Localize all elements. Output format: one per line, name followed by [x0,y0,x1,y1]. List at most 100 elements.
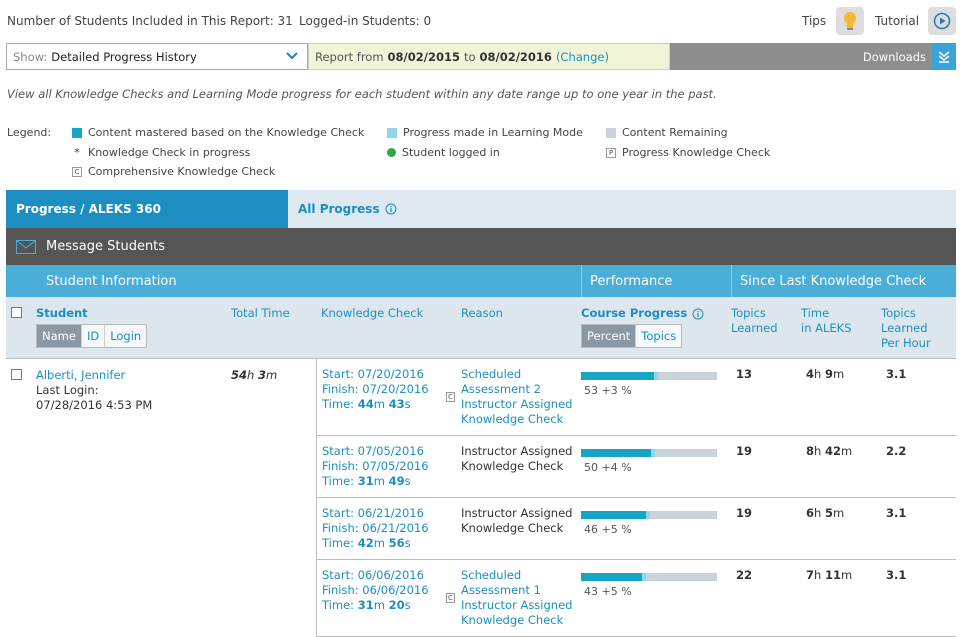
mastered-fill [581,372,654,380]
message-students-label: Message Students [46,239,166,254]
reason-line: Scheduled [461,367,522,381]
downloads-button[interactable]: Downloads [670,43,956,70]
info-icon[interactable] [692,308,704,320]
tutorial-button[interactable] [928,7,956,35]
table-row: Start: 06/21/2016 Finish: 06/21/2016 Tim… [316,498,956,560]
sort-id-button[interactable]: ID [81,325,106,347]
time-in-aleks-column-header[interactable]: Time in ALEKS [801,306,852,336]
course-progress-bar [581,511,717,519]
reason-line: Scheduled [461,568,522,582]
topics-per-hour-value: 3.1 [886,506,907,520]
progress-percent: 50 +4 % [584,461,632,474]
mastered-fill [581,511,646,519]
knowledge-check-link[interactable]: Start: 07/20/2016 Finish: 07/20/2016 Tim… [322,367,429,412]
tab-all-progress[interactable]: All Progress [288,190,397,228]
topics-learned-value: 22 [736,568,753,582]
last-login-value: 07/28/2016 4:53 PM [36,398,153,412]
to-label: to [463,49,476,64]
tab-progress-aleks-360[interactable]: Progress / ALEKS 360 [6,190,288,228]
group-student-info: Student Information [46,273,177,289]
legend-remaining: Content Remaining [606,126,728,139]
time-in-aleks-value: 7h 11m [806,568,853,582]
group-header: Student Information Performance Since La… [6,265,956,297]
learning-swatch [387,127,397,138]
learning-fill [642,573,646,581]
downloads-label: Downloads [862,49,926,64]
table-row: Start: 07/05/2016 Finish: 07/05/2016 Tim… [316,436,956,498]
show-value: Detailed Progress History [51,49,197,64]
course-progress-bar [581,372,717,380]
message-students-bar[interactable]: Message Students [6,228,956,265]
table-row: Start: 07/20/2016 Finish: 07/20/2016 Tim… [316,359,956,436]
logged-in-count: Logged-in Students: 0 [299,14,432,28]
reason-text[interactable]: Scheduled Assessment 2 Instructor Assigned… [461,367,579,427]
reason-line: Instructor Assigned [461,397,573,411]
report-date-range: Report from 08/02/2015 to 08/02/2016 (Ch… [308,43,670,70]
topics-learned-column-header[interactable]: Topics Learned [731,306,778,336]
group-performance: Performance [581,265,731,297]
sort-name-button[interactable]: Name [37,325,82,347]
knowledge-check-link[interactable]: Start: 07/05/2016 Finish: 07/05/2016 Tim… [322,444,429,489]
download-icon[interactable] [932,43,956,70]
course-progress-column-header[interactable]: Course Progress [581,306,704,321]
student-column-header[interactable]: Student [36,306,88,321]
date-to: 08/02/2016 [479,49,552,64]
topics-per-hour-value: 2.2 [886,444,907,458]
legend-in-progress: * Knowledge Check in progress [72,146,250,159]
change-date-link[interactable]: (Change) [556,50,609,64]
time-in-aleks-value: 4h 9m [806,367,845,381]
comprehensive-kc-icon: C [446,392,455,402]
progress-percent: 43 +5 % [584,585,632,598]
student-checkbox[interactable] [11,369,22,380]
last-login-label: Last Login: [36,383,99,397]
reason-line: Assessment 1 [461,583,541,597]
progress-view-toggle: Percent Topics [581,324,683,348]
knowledge-check-link[interactable]: Start: 06/06/2016 Finish: 06/06/2016 Tim… [322,568,429,613]
reason-line: Knowledge Check [461,459,564,473]
remaining-swatch [606,127,616,138]
legend-logged-in: Student logged in [387,146,500,159]
asterisk-icon: * [74,146,80,159]
info-icon[interactable] [385,203,397,215]
comprehensive-kc-icon: C [446,593,455,603]
tips-button[interactable] [836,7,864,35]
reason-line: Instructor Assigned [461,506,573,520]
progress-percent: 46 +5 % [584,523,632,536]
topics-learned-value: 13 [736,367,753,381]
reason-line: Knowledge Check [461,412,564,426]
mastered-fill [581,573,642,581]
time-in-aleks-value: 8h 42m [806,444,853,458]
tutorial-label: Tutorial [875,14,920,28]
topics-per-hour-column-header[interactable]: Topics Learned Per Hour [881,306,931,351]
play-icon [933,12,951,30]
student-name-link[interactable]: Alberti, Jennifer [36,368,152,383]
percent-button[interactable]: Percent [582,325,637,347]
progress-percent: 53 +3 % [584,384,632,397]
select-all-checkbox[interactable] [11,307,22,318]
course-progress-bar [581,573,717,581]
mastered-swatch [72,127,82,138]
reason-text: Instructor Assigned Knowledge Check [461,444,579,474]
total-time-column-header[interactable]: Total Time [231,306,290,321]
knowledge-check-link[interactable]: Start: 06/21/2016 Finish: 06/21/2016 Tim… [322,506,429,551]
reason-line: Instructor Assigned [461,598,573,612]
report-description: View all Knowledge Checks and Learning M… [7,87,717,101]
student-total-time: 54h 3m [231,368,278,382]
tips-label: Tips [802,14,827,28]
reason-text[interactable]: Scheduled Assessment 1 Instructor Assigned… [461,568,579,628]
legend-title: Legend: [7,126,52,139]
course-progress-bar [581,449,717,457]
table-row: Start: 06/06/2016 Finish: 06/06/2016 Tim… [316,560,956,637]
knowledge-check-column-header[interactable]: Knowledge Check [321,306,423,321]
reason-column-header[interactable]: Reason [461,306,503,321]
topics-button[interactable]: Topics [636,325,682,347]
reason-line: Knowledge Check [461,613,564,627]
mastered-fill [581,449,651,457]
learning-fill [646,511,650,519]
reason-line: Assessment 2 [461,382,541,396]
chevron-down-icon [286,52,298,60]
show-select[interactable]: Show: Detailed Progress History [6,43,308,70]
sort-login-button[interactable]: Login [105,325,147,347]
reason-text: Instructor Assigned Knowledge Check [461,506,579,536]
column-header: Student Name ID Login Total Time Knowled… [6,297,956,359]
